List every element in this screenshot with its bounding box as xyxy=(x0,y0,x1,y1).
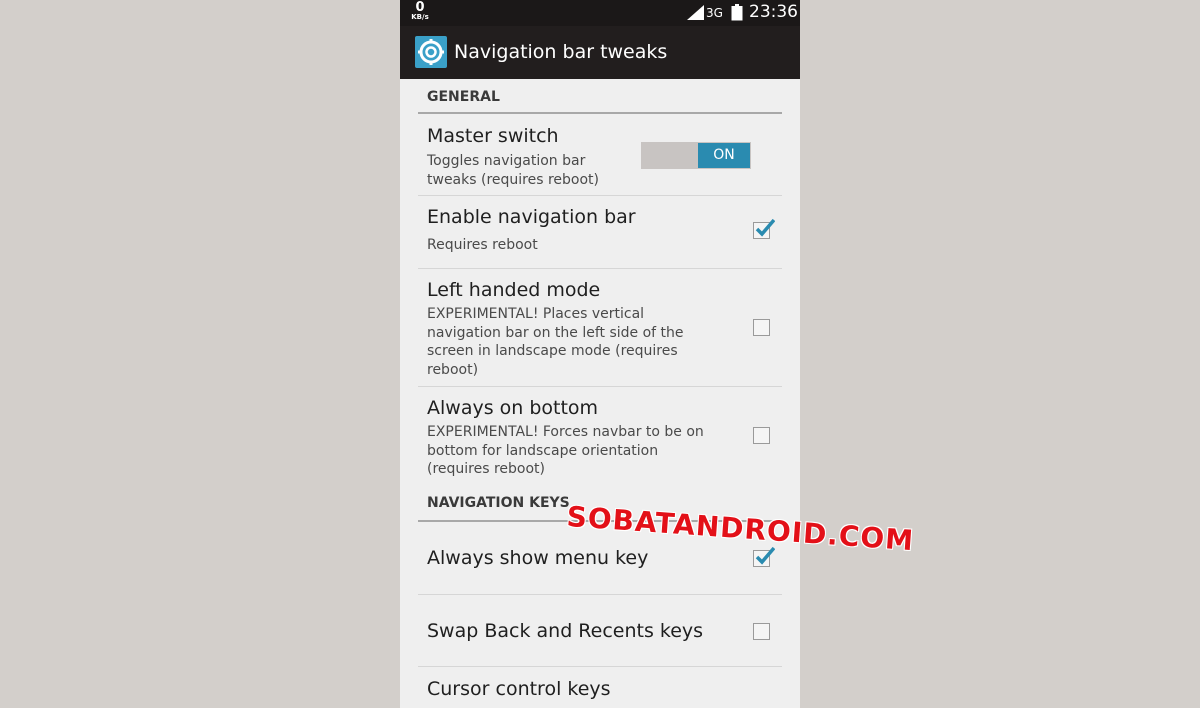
pref-left-handed-title: Left handed mode xyxy=(427,279,601,301)
battery-icon xyxy=(731,4,743,25)
pref-cursor-control-keys[interactable]: Cursor control keys xyxy=(418,667,782,708)
section-header-general: GENERAL xyxy=(418,89,782,117)
enable-nav-bar-checkbox[interactable] xyxy=(753,218,776,239)
pref-left-handed-mode[interactable]: Left handed mode EXPERIMENTAL! Places ve… xyxy=(418,269,782,386)
pref-enable-nav-bar-title: Enable navigation bar xyxy=(427,206,636,228)
master-toggle-switch[interactable]: ON xyxy=(641,142,751,169)
swap-keys-checkbox[interactable] xyxy=(753,623,770,640)
settings-gear-icon[interactable] xyxy=(415,36,447,68)
phone-screen: 0 KB/s 3G 23:36 Navigation bar tweaks GE… xyxy=(400,0,800,708)
clock: 23:36 xyxy=(749,2,798,22)
section-header-general-label: GENERAL xyxy=(427,89,500,105)
pref-show-menu-title: Always show menu key xyxy=(427,547,649,569)
checkmark-icon xyxy=(755,217,776,241)
pref-always-bottom-summary: EXPERIMENTAL! Forces navbar to be on bot… xyxy=(427,424,704,477)
pref-swap-back-recents[interactable]: Swap Back and Recents keys xyxy=(418,595,782,666)
pref-always-on-bottom[interactable]: Always on bottom EXPERIMENTAL! Forces na… xyxy=(418,387,782,487)
pref-enable-nav-bar[interactable]: Enable navigation bar Requires reboot xyxy=(418,196,782,268)
left-handed-checkbox[interactable] xyxy=(753,319,770,336)
pref-master-switch-summary: Toggles navigation bar tweaks (requires … xyxy=(427,153,599,188)
pref-enable-nav-bar-summary: Requires reboot xyxy=(427,237,538,253)
network-type: 3G xyxy=(706,6,723,20)
checkmark-icon xyxy=(755,545,776,569)
signal-icon xyxy=(687,5,704,24)
pref-left-handed-summary: EXPERIMENTAL! Places vertical navigation… xyxy=(427,306,684,378)
net-speed-unit: KB/s xyxy=(411,13,429,21)
pref-master-switch-title: Master switch xyxy=(427,125,559,147)
section-divider xyxy=(418,112,782,114)
pref-master-switch[interactable]: Master switch Toggles navigation bar twe… xyxy=(418,117,782,195)
preferences-list: GENERAL Master switch Toggles navigation… xyxy=(400,79,800,708)
section-header-navigation-keys-label: NAVIGATION KEYS xyxy=(427,495,570,511)
pref-swap-keys-title: Swap Back and Recents keys xyxy=(427,620,704,642)
pref-always-bottom-title: Always on bottom xyxy=(427,397,599,419)
status-bar: 0 KB/s 3G 23:36 xyxy=(400,0,800,26)
action-bar-title: Navigation bar tweaks xyxy=(454,41,668,63)
action-bar: Navigation bar tweaks xyxy=(400,26,800,79)
always-bottom-checkbox[interactable] xyxy=(753,427,770,444)
show-menu-checkbox[interactable] xyxy=(753,546,776,567)
net-speed-indicator: 0 KB/s xyxy=(408,0,432,21)
toggle-on-label: ON xyxy=(698,143,750,168)
pref-cursor-keys-title: Cursor control keys xyxy=(427,678,611,700)
